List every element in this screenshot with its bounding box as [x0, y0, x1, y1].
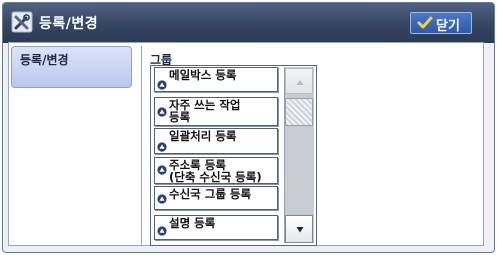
list-item-description[interactable]: 설명 등록	[154, 215, 278, 240]
scroll-up-button[interactable]	[285, 68, 313, 94]
list-item-label: 자주 쓰는 작업 등록	[169, 98, 241, 124]
list-item-label: 일괄처리 등록	[169, 129, 237, 143]
circle-arrow-icon	[157, 142, 167, 152]
scroll-down-button[interactable]	[285, 215, 313, 243]
list-item-label: 메일박스 등록	[169, 68, 237, 82]
checkmark-icon	[417, 16, 433, 29]
list-item-label: 수신국 그룹 등록	[169, 187, 252, 201]
list-item-mailbox[interactable]: 메일박스 등록	[154, 67, 278, 92]
circle-arrow-icon	[157, 107, 167, 117]
list-item-label: 설명 등록	[169, 216, 216, 230]
list-item-batch[interactable]: 일괄처리 등록	[154, 128, 278, 154]
circle-arrow-icon	[157, 165, 167, 175]
scroll-down-arrow-icon	[296, 227, 304, 233]
window-title: 등록/변경	[39, 16, 99, 32]
list-item-frequent-job[interactable]: 자주 쓰는 작업 등록	[154, 97, 278, 126]
circle-arrow-icon	[157, 226, 167, 236]
title-bar: 등록/변경 닫기	[3, 3, 494, 43]
list-item-recipient-group[interactable]: 수신국 그룹 등록	[154, 186, 278, 210]
close-button-label: 닫기	[436, 18, 460, 33]
close-button[interactable]: 닫기	[410, 12, 472, 34]
tab-register-change[interactable]: 등록/변경	[11, 46, 132, 88]
list-item-label: 주소록 등록 (단축 수신국 등록)	[169, 158, 262, 184]
circle-arrow-icon	[157, 80, 167, 90]
list-item-address-book[interactable]: 주소록 등록 (단축 수신국 등록)	[154, 157, 278, 184]
scrollbar-thumb[interactable]	[285, 98, 313, 126]
scroll-up-arrow-icon	[296, 80, 304, 85]
tools-icon	[11, 11, 33, 33]
circle-arrow-icon	[157, 194, 167, 204]
